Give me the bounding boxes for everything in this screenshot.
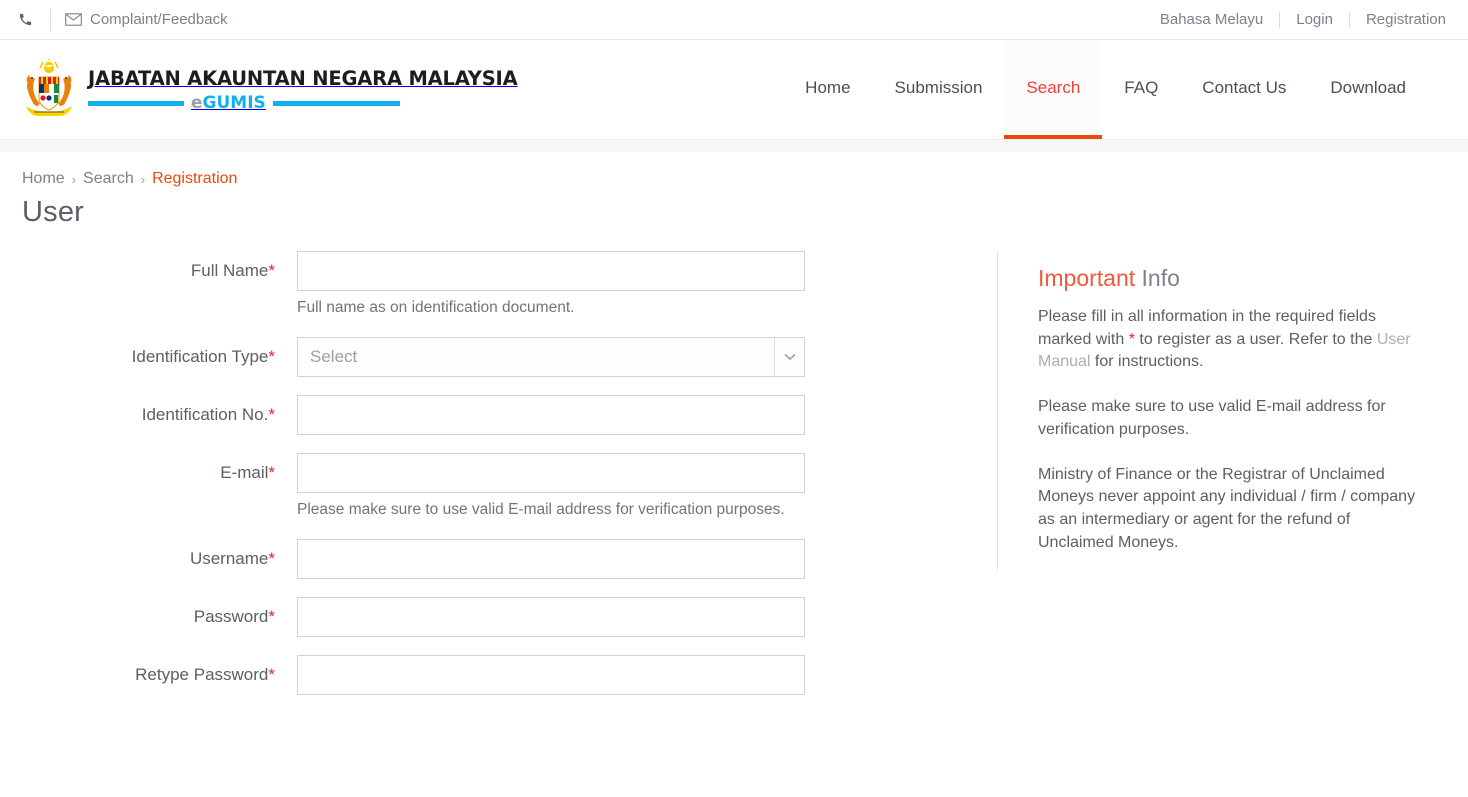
nav-item-home[interactable]: Home [783, 40, 872, 139]
form-row-retype-password: Retype Password* [22, 654, 827, 695]
required-marker: * [268, 404, 275, 424]
required-marker: * [268, 664, 275, 684]
chevron-down-icon [774, 337, 804, 376]
utility-topbar: Complaint/Feedback Bahasa Melayu Login R… [0, 0, 1468, 40]
form-row-identification-type: Identification Type* Select [22, 336, 827, 377]
envelope-icon [65, 13, 82, 26]
topbar-divider [50, 8, 51, 31]
important-info-panel: Important Info Please fill in all inform… [997, 251, 1417, 571]
required-marker: * [268, 462, 275, 482]
identification-type-selected-value: Select [310, 346, 358, 366]
logo-brand-row: eGUMIS [88, 95, 400, 112]
user-registration-form: Full Name* Full name as on identificatio… [22, 251, 827, 713]
password-field-group [297, 596, 827, 637]
egumis-prefix: e [191, 93, 203, 113]
required-marker: * [268, 548, 275, 568]
identification-type-field-group: Select [297, 336, 827, 377]
important-info-paragraph-3: Ministry of Finance or the Registrar of … [1038, 465, 1416, 551]
egumis-wordmark: eGUMIS [191, 95, 266, 112]
password-input[interactable] [297, 596, 805, 637]
important-info-paragraph-1: Please fill in all information in the re… [1038, 306, 1417, 374]
header-shadow-band [0, 140, 1468, 152]
breadcrumb-search[interactable]: Search [83, 170, 134, 188]
breadcrumb-separator-icon: › [71, 171, 77, 187]
site-logo[interactable]: JABATAN AKAUNTAN NEGARA MALAYSIA eGUMIS [0, 40, 518, 139]
breadcrumb: Home › Search › Registration [22, 170, 1446, 188]
info-p1-part-b: to register as a user. Refer to the [1134, 330, 1377, 348]
full-name-help-text: Full name as on identification document. [297, 299, 575, 316]
retype-password-label: Retype Password* [135, 664, 275, 684]
important-info-title-highlight: Important [1038, 265, 1136, 291]
email-label: E-mail* [220, 462, 275, 482]
malaysia-coat-of-arms-icon [18, 57, 80, 123]
nav-item-contact-us[interactable]: Contact Us [1180, 40, 1308, 139]
topbar-divider [1279, 11, 1281, 28]
nav-item-faq[interactable]: FAQ [1102, 40, 1180, 139]
username-input[interactable] [297, 538, 805, 579]
info-p1-part-c: for instructions. [1090, 353, 1204, 371]
important-info-title: Important Info [1038, 265, 1417, 292]
logo-title: JABATAN AKAUNTAN NEGARA MALAYSIA [88, 67, 518, 90]
identification-no-label: Identification No.* [141, 404, 275, 424]
full-name-label: Full Name* [190, 261, 275, 280]
page-content: Home › Search › Registration User Full N… [0, 152, 1468, 797]
username-field-group [297, 538, 827, 579]
logo-text-block: JABATAN AKAUNTAN NEGARA MALAYSIA eGUMIS [88, 67, 518, 112]
nav-item-submission[interactable]: Submission [873, 40, 1005, 139]
breadcrumb-separator-icon: › [140, 171, 146, 187]
identification-no-input[interactable] [297, 394, 805, 435]
email-field-group: Please make sure to use valid E-mail add… [297, 452, 827, 521]
logo-bar-right [272, 101, 400, 106]
language-switch-link[interactable]: Bahasa Melayu [1160, 11, 1263, 28]
required-marker: * [268, 261, 275, 280]
form-row-username: Username* [22, 538, 827, 579]
complaint-feedback-label: Complaint/Feedback [90, 11, 228, 28]
identification-type-label: Identification Type* [131, 346, 275, 366]
identification-no-field-group [297, 394, 827, 435]
email-help-text: Please make sure to use valid E-mail add… [297, 500, 785, 518]
password-label: Password* [193, 606, 275, 626]
retype-password-input[interactable] [297, 654, 805, 695]
egumis-name: GUMIS [202, 93, 266, 113]
important-info-paragraph-2: Please make sure to use valid E-mail add… [1038, 398, 1386, 438]
important-info-title-rest: Info [1135, 265, 1180, 291]
form-row-identification-no: Identification No.* [22, 394, 827, 435]
email-input[interactable] [297, 452, 805, 493]
full-name-input[interactable] [297, 251, 805, 291]
username-label: Username* [189, 548, 275, 568]
identification-type-select[interactable]: Select [297, 336, 805, 377]
topbar-divider [1348, 11, 1350, 28]
page-title: User [22, 196, 85, 228]
content-columns: Full Name* Full name as on identificatio… [22, 251, 1446, 713]
registration-link[interactable]: Registration [1366, 11, 1446, 28]
logo-bar-left [88, 101, 184, 106]
phone-icon[interactable] [14, 9, 36, 31]
retype-password-field-group [297, 654, 827, 695]
form-row-email: E-mail* Please make sure to use valid E-… [22, 452, 827, 521]
site-header: JABATAN AKAUNTAN NEGARA MALAYSIA eGUMIS … [0, 40, 1468, 140]
form-row-full-name: Full Name* Full name as on identificatio… [22, 251, 827, 319]
topbar-left-group: Complaint/Feedback [14, 8, 228, 31]
topbar-right-group: Bahasa Melayu Login Registration [1160, 11, 1446, 28]
nav-item-search[interactable]: Search [1004, 40, 1103, 139]
required-marker: * [268, 346, 275, 366]
main-navigation: Home Submission Search FAQ Contact Us Do… [783, 40, 1468, 139]
required-marker: * [268, 606, 275, 626]
form-row-password: Password* [22, 596, 827, 637]
nav-item-download[interactable]: Download [1308, 40, 1428, 139]
full-name-field-group: Full name as on identification document. [297, 251, 827, 319]
breadcrumb-current: Registration [152, 170, 238, 187]
login-link[interactable]: Login [1296, 11, 1333, 28]
breadcrumb-home[interactable]: Home [22, 170, 65, 188]
complaint-feedback-link[interactable]: Complaint/Feedback [65, 11, 228, 28]
